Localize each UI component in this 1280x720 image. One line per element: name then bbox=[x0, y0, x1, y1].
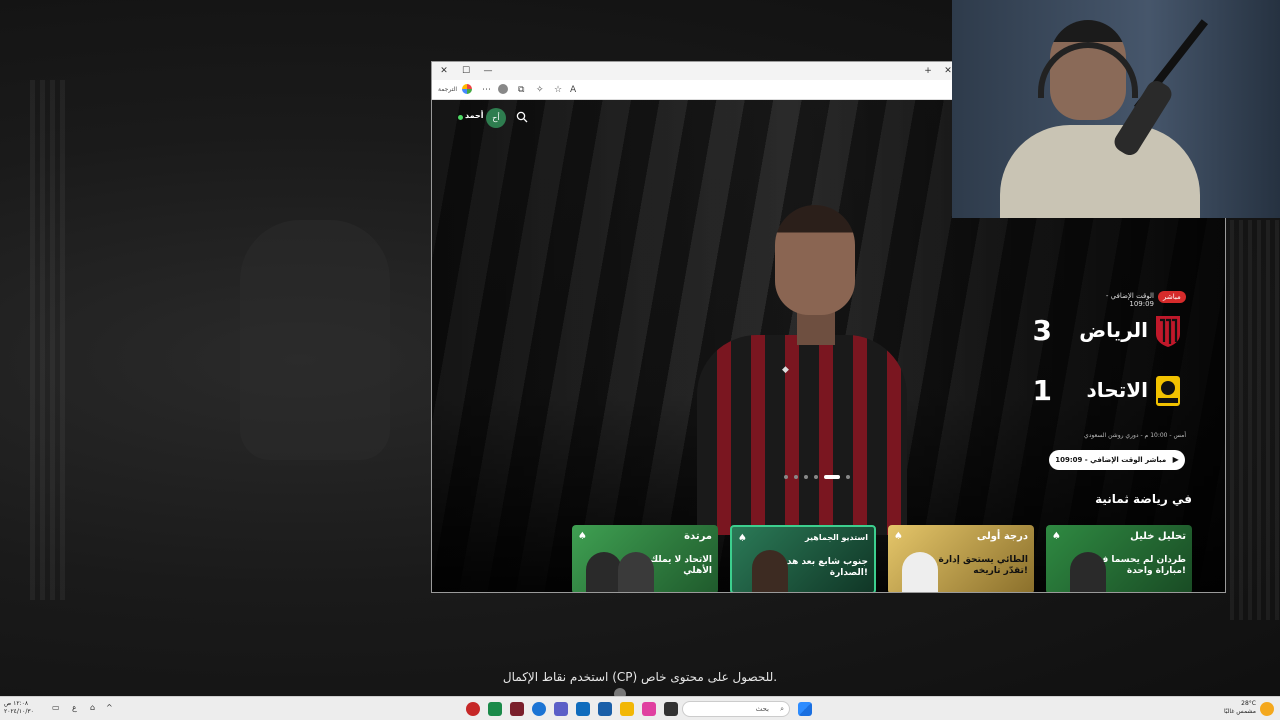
file-explorer-icon[interactable] bbox=[620, 702, 634, 716]
al-ittihad-logo-icon bbox=[1156, 376, 1180, 406]
more-menu-button[interactable]: ⋯ bbox=[482, 84, 491, 96]
tray-chevron-icon[interactable]: ^ bbox=[106, 703, 113, 712]
brand-icon: ♠ bbox=[894, 531, 903, 542]
app-icon[interactable] bbox=[664, 702, 678, 716]
watch-live-button[interactable]: مباشر الوقت الإضافي - 109:09 ▶ bbox=[1049, 450, 1185, 470]
jersey-logo-icon: ◆ bbox=[782, 365, 789, 375]
outlook-icon[interactable] bbox=[576, 702, 590, 716]
brand-icon: ♠ bbox=[578, 531, 587, 542]
carousel-dot[interactable] bbox=[846, 475, 850, 479]
video-card[interactable]: ♠ تحليل خليل طردان لم يحسما في مباراة وا… bbox=[1046, 525, 1192, 592]
match-info: أمس - 10:00 م - دوري روشن السعودي bbox=[1084, 432, 1186, 439]
video-card-label: استديو الجماهير bbox=[805, 533, 868, 542]
video-card-label: مرتدة bbox=[684, 531, 712, 542]
live-badge: مباشر bbox=[1158, 291, 1186, 303]
user-name[interactable]: أحمد bbox=[465, 111, 484, 120]
favorites-star-icon[interactable]: ☆ bbox=[554, 84, 562, 96]
start-button-icon[interactable] bbox=[798, 702, 812, 716]
taskbar-clock[interactable]: ١٢:٠٨ ص ٢٠٢٤/١٠/٣٠ bbox=[4, 700, 34, 716]
search-icon: ⌕ bbox=[780, 705, 784, 713]
network-icon[interactable]: ⌂ bbox=[90, 703, 95, 712]
weather-temp: 28°C bbox=[1241, 700, 1256, 707]
weather-desc: مشمس غالبًا bbox=[1223, 708, 1256, 715]
copilot-icon[interactable] bbox=[642, 702, 656, 716]
search-icon[interactable] bbox=[516, 111, 528, 123]
video-card[interactable]: ♠ استديو الجماهير جنوب شابع بعد هدف الصد… bbox=[730, 525, 876, 592]
edge-browser-icon[interactable] bbox=[532, 702, 546, 716]
away-team-score: 1 bbox=[1032, 374, 1052, 407]
notification-icon[interactable]: ▭ bbox=[52, 703, 60, 712]
background-blur bbox=[1230, 220, 1280, 620]
watch-live-label: مباشر الوقت الإضافي - 109:09 bbox=[1055, 456, 1167, 464]
carousel-dot[interactable] bbox=[804, 475, 808, 479]
language-indicator[interactable]: ع bbox=[72, 703, 77, 712]
video-subtitle: استخدم نقاط الإكمال (CP) للحصول على محتو… bbox=[502, 670, 778, 684]
clock-time: ١٢:٠٨ ص bbox=[4, 700, 29, 707]
al-riyadh-logo-icon bbox=[1156, 316, 1180, 347]
search-placeholder: بحث bbox=[755, 705, 769, 713]
extra-time-label: الوقت الإضافي - 109:09 bbox=[1105, 292, 1154, 308]
play-icon: ▶ bbox=[1172, 455, 1179, 464]
video-card[interactable]: ♠ مرتدة الاتحاد لا يملك صبر الأهلي bbox=[572, 525, 718, 592]
webcam-overlay bbox=[952, 0, 1280, 218]
teams-icon[interactable] bbox=[554, 702, 568, 716]
carousel-dots bbox=[784, 474, 850, 480]
app-icon[interactable] bbox=[598, 702, 612, 716]
brand-icon: ♠ bbox=[738, 533, 747, 544]
profile-icon[interactable] bbox=[498, 84, 508, 94]
maximize-window-button[interactable]: ☐ bbox=[460, 65, 472, 77]
taskbar-search-input[interactable]: بحث ⌕ bbox=[682, 701, 790, 717]
background-blur bbox=[240, 220, 390, 460]
extensions-icon[interactable]: ✧ bbox=[536, 84, 544, 96]
copilot-icon[interactable] bbox=[462, 84, 472, 94]
minimize-window-button[interactable]: — bbox=[482, 65, 494, 77]
sun-weather-icon bbox=[1260, 702, 1274, 716]
weather-widget[interactable]: 28°C مشمس غالبًا bbox=[1218, 700, 1256, 716]
video-card-label: تحليل خليل bbox=[1130, 531, 1186, 542]
carousel-dot[interactable] bbox=[824, 475, 840, 479]
home-team-row: الرياض 3 bbox=[992, 314, 1192, 354]
close-window-button[interactable]: ✕ bbox=[438, 65, 450, 77]
section-title: في رياضة ثمانية bbox=[1095, 492, 1192, 506]
app-icon[interactable] bbox=[488, 702, 502, 716]
away-team-name: الاتحاد bbox=[1086, 378, 1148, 402]
read-aloud-icon[interactable]: A bbox=[570, 84, 576, 96]
app-icon[interactable] bbox=[466, 702, 480, 716]
carousel-dot[interactable] bbox=[784, 475, 788, 479]
app-icon[interactable] bbox=[510, 702, 524, 716]
collections-icon[interactable]: ⧉ bbox=[518, 84, 524, 96]
avatar[interactable]: أح bbox=[486, 108, 506, 128]
carousel-dot[interactable] bbox=[814, 475, 818, 479]
brand-icon: ♠ bbox=[1052, 531, 1061, 542]
taskbar: ١٢:٠٨ ص ٢٠٢٤/١٠/٣٠ ▭ ع ⌂ ^ بحث ⌕ 28°C مش… bbox=[0, 696, 1280, 720]
new-tab-button[interactable]: + bbox=[922, 65, 934, 77]
home-team-name: الرياض bbox=[1079, 318, 1148, 342]
online-status-dot bbox=[458, 115, 463, 120]
away-team-row: الاتحاد 1 bbox=[992, 374, 1192, 414]
carousel-dot[interactable] bbox=[794, 475, 798, 479]
video-card-label: درجة أولى bbox=[976, 531, 1028, 542]
video-card-row: ♠ مرتدة الاتحاد لا يملك صبر الأهلي ♠ است… bbox=[572, 525, 1192, 592]
translate-button[interactable]: الترجمة bbox=[438, 84, 457, 96]
home-team-score: 3 bbox=[1032, 314, 1052, 347]
video-card[interactable]: ♠ درجة أولى الطائي يستحق إدارة تقدّر تار… bbox=[888, 525, 1034, 592]
clock-date: ٢٠٢٤/١٠/٣٠ bbox=[4, 708, 34, 715]
background-blur bbox=[30, 80, 70, 600]
